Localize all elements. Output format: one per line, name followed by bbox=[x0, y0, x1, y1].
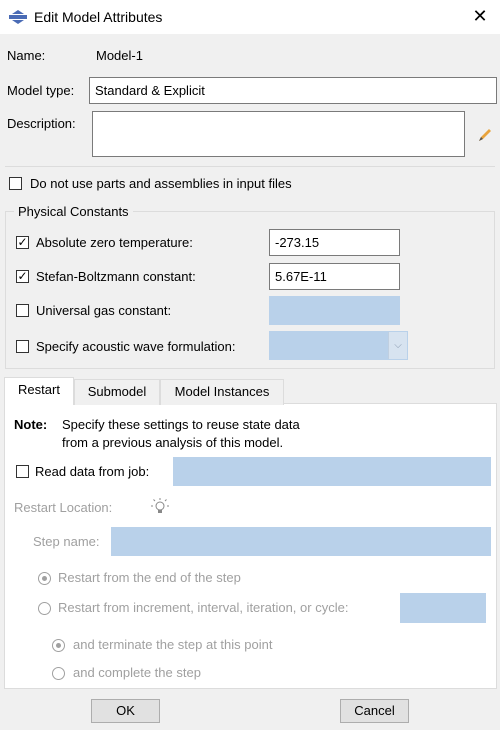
note-text-line-2: from a previous analysis of this model. bbox=[62, 435, 284, 450]
name-label: Name: bbox=[7, 48, 46, 63]
stefan-boltzmann-label: Stefan-Boltzmann constant: bbox=[36, 269, 196, 284]
note-label: Note: bbox=[14, 417, 48, 432]
tab-restart[interactable]: Restart bbox=[4, 377, 74, 405]
radio-end-of-step[interactable] bbox=[38, 572, 51, 585]
dialog-title: Edit Model Attributes bbox=[34, 9, 163, 25]
absolute-zero-input[interactable]: -273.15 bbox=[269, 229, 400, 256]
no-parts-label: Do not use parts and assemblies in input… bbox=[30, 176, 292, 191]
read-data-job-input[interactable] bbox=[173, 457, 491, 486]
stefan-boltzmann-input[interactable]: 5.67E-11 bbox=[269, 263, 400, 290]
lightbulb-icon[interactable] bbox=[150, 497, 170, 517]
ok-button[interactable]: OK bbox=[91, 699, 160, 723]
cancel-button[interactable]: Cancel bbox=[340, 699, 409, 723]
edit-pencil-icon[interactable] bbox=[476, 126, 494, 144]
description-label: Description: bbox=[7, 116, 76, 131]
no-parts-checkbox[interactable] bbox=[9, 177, 22, 190]
radio-terminate-label: and terminate the step at this point bbox=[73, 637, 273, 652]
absolute-zero-checkbox[interactable]: ✓ bbox=[16, 236, 29, 249]
model-type-field[interactable]: Standard & Explicit bbox=[89, 77, 497, 104]
radio-increment[interactable] bbox=[38, 602, 51, 615]
acoustic-wave-label: Specify acoustic wave formulation: bbox=[36, 339, 236, 354]
acoustic-wave-checkbox[interactable] bbox=[16, 340, 29, 353]
read-data-checkbox[interactable] bbox=[16, 465, 29, 478]
chevron-down-icon[interactable]: ⌵ bbox=[388, 332, 407, 359]
close-icon[interactable]: ✕ bbox=[470, 5, 490, 27]
radio-end-of-step-label: Restart from the end of the step bbox=[58, 570, 241, 585]
name-value: Model-1 bbox=[96, 48, 143, 63]
universal-gas-input[interactable] bbox=[269, 296, 400, 325]
acoustic-wave-select[interactable]: ⌵ bbox=[269, 331, 408, 360]
restart-location-label: Restart Location: bbox=[14, 500, 113, 515]
increment-input[interactable] bbox=[400, 593, 486, 623]
note-text-line-1: Specify these settings to reuse state da… bbox=[62, 417, 300, 432]
universal-gas-label: Universal gas constant: bbox=[36, 303, 172, 318]
description-field[interactable] bbox=[92, 111, 465, 157]
separator bbox=[5, 166, 495, 167]
step-name-label: Step name: bbox=[33, 534, 100, 549]
tab-submodel[interactable]: Submodel bbox=[74, 379, 160, 405]
app-icon bbox=[9, 10, 27, 24]
universal-gas-checkbox[interactable] bbox=[16, 304, 29, 317]
step-name-input[interactable] bbox=[111, 527, 491, 556]
radio-increment-label: Restart from increment, interval, iterat… bbox=[58, 600, 349, 615]
model-type-label: Model type: bbox=[7, 83, 75, 98]
stefan-boltzmann-checkbox[interactable]: ✓ bbox=[16, 270, 29, 283]
absolute-zero-label: Absolute zero temperature: bbox=[36, 235, 193, 250]
physical-constants-title: Physical Constants bbox=[14, 204, 133, 219]
radio-terminate[interactable] bbox=[52, 639, 65, 652]
tab-model-instances[interactable]: Model Instances bbox=[160, 379, 284, 405]
radio-complete-label: and complete the step bbox=[73, 665, 201, 680]
read-data-label: Read data from job: bbox=[35, 464, 150, 479]
radio-complete[interactable] bbox=[52, 667, 65, 680]
